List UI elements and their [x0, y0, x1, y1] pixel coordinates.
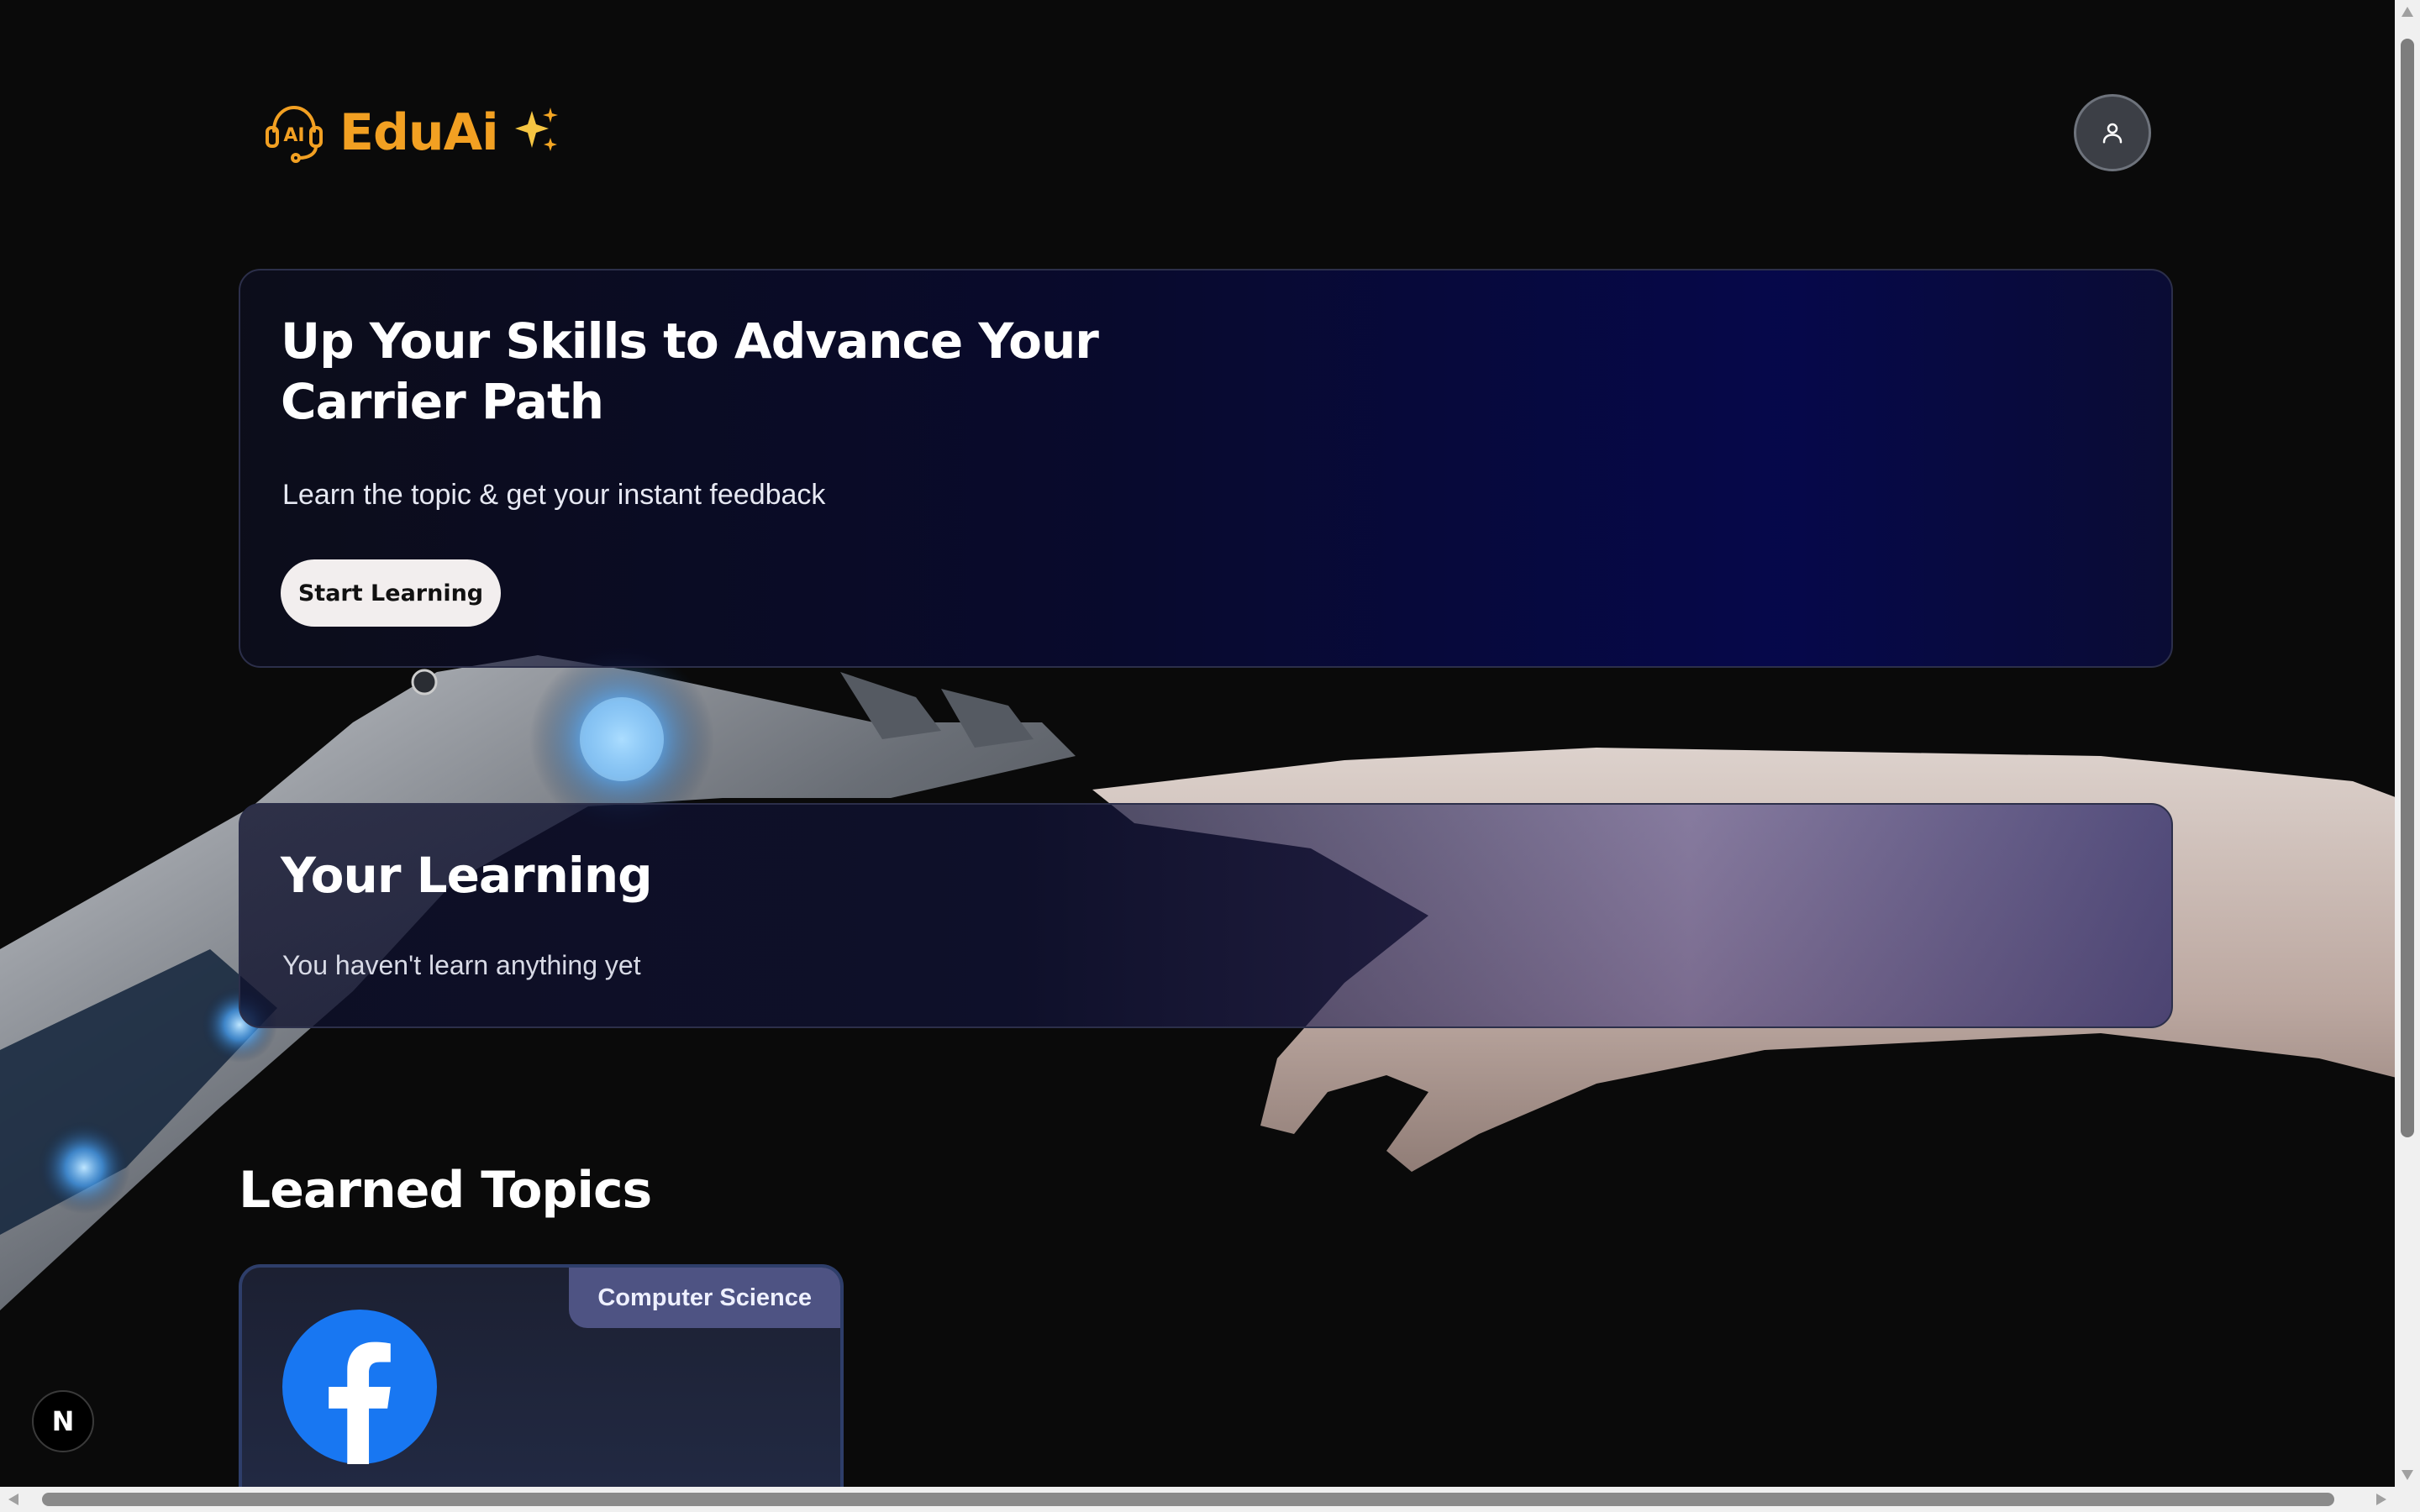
- ai-headset-icon: AI: [260, 99, 328, 166]
- top-header: AI EduAi: [260, 92, 2151, 176]
- brand-logo[interactable]: AI EduAi: [260, 99, 564, 166]
- empty-learning-message: You haven't learn anything yet: [282, 950, 641, 980]
- sparkle-icon: [510, 104, 564, 162]
- your-learning-card: Your Learning You haven't learn anything…: [239, 803, 2173, 1028]
- hero-subtitle: Learn the topic & get your instant feedb…: [282, 479, 826, 511]
- horizontal-scrollbar[interactable]: [0, 1487, 2420, 1512]
- scroll-up-arrow-icon[interactable]: [2402, 7, 2413, 17]
- learned-topics-title: Learned Topics: [239, 1161, 652, 1220]
- user-avatar-button[interactable]: [2074, 94, 2151, 171]
- scroll-down-arrow-icon[interactable]: [2402, 1470, 2413, 1480]
- start-learning-button[interactable]: Start Learning: [281, 559, 501, 627]
- topic-category-badge: Computer Science: [569, 1268, 840, 1328]
- dev-tools-badge[interactable]: N: [32, 1390, 94, 1452]
- facebook-icon: [282, 1310, 437, 1464]
- hero-title: Up Your Skills to Advance Your Carrier P…: [281, 312, 1099, 430]
- scroll-left-arrow-icon[interactable]: [8, 1494, 18, 1505]
- topic-card[interactable]: Computer Science: [239, 1264, 844, 1508]
- vertical-scrollbar[interactable]: [2395, 0, 2420, 1487]
- svg-text:AI: AI: [283, 125, 304, 146]
- user-icon: [2102, 123, 2123, 144]
- scroll-right-arrow-icon[interactable]: [2376, 1494, 2386, 1505]
- hero-card: Up Your Skills to Advance Your Carrier P…: [239, 269, 2173, 668]
- your-learning-title: Your Learning: [281, 847, 653, 904]
- brand-name: EduAi: [339, 103, 499, 162]
- vertical-scroll-thumb[interactable]: [2401, 39, 2414, 1137]
- horizontal-scroll-thumb[interactable]: [42, 1493, 2334, 1506]
